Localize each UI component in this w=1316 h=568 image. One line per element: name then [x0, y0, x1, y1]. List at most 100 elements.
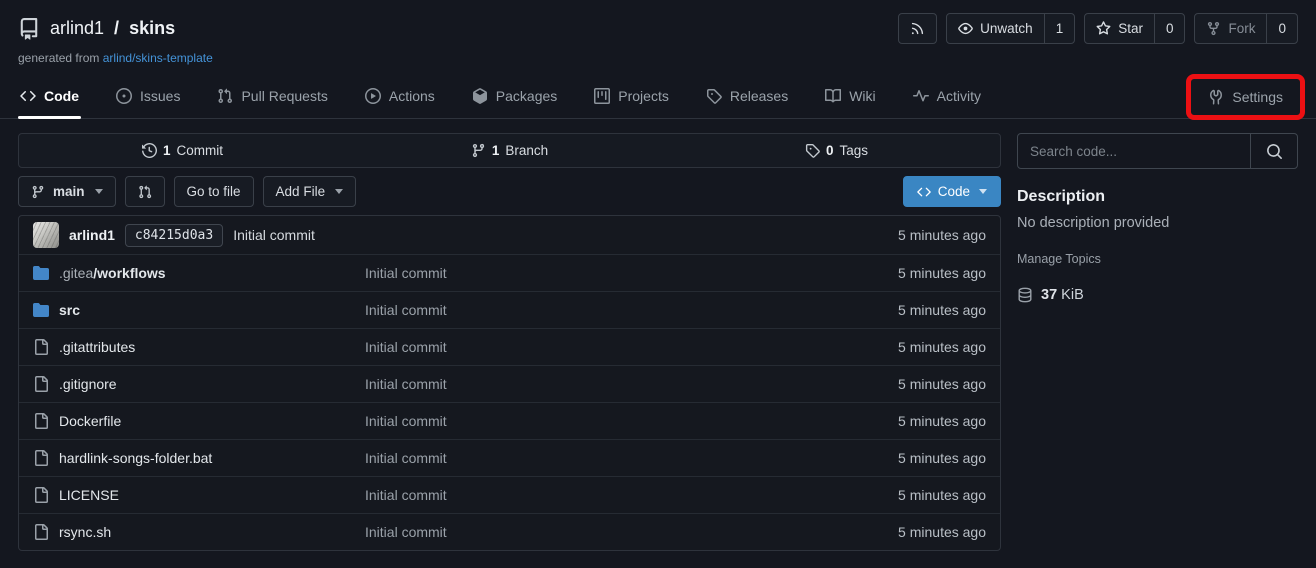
tag-icon	[805, 143, 820, 158]
row-commit-time: 5 minutes ago	[835, 524, 1000, 540]
row-commit-message[interactable]: Initial commit	[365, 524, 835, 540]
search-button[interactable]	[1250, 134, 1297, 168]
row-commit-message[interactable]: Initial commit	[365, 413, 835, 429]
goto-file-button[interactable]: Go to file	[174, 176, 254, 207]
pull-request-icon	[217, 88, 233, 104]
row-commit-message[interactable]: Initial commit	[365, 302, 835, 318]
tab-releases[interactable]: Releases	[704, 73, 790, 118]
table-row: rsync.sh Initial commit 5 minutes ago	[19, 513, 1000, 550]
watch-count[interactable]: 1	[1044, 14, 1075, 43]
chevron-down-icon	[335, 189, 343, 194]
repo-icon	[18, 18, 40, 40]
description-heading: Description	[1017, 188, 1298, 206]
repo-owner-link[interactable]: arlind1	[50, 18, 104, 39]
star-button[interactable]: Star	[1085, 14, 1154, 43]
row-commit-message[interactable]: Initial commit	[365, 265, 835, 281]
file-link[interactable]: LICENSE	[59, 487, 119, 503]
search-icon	[1266, 143, 1283, 160]
row-commit-time: 5 minutes ago	[835, 302, 1000, 318]
file-table: arlind1 c84215d0a3 Initial commit 5 minu…	[18, 215, 1001, 551]
repo-name-link[interactable]: skins	[129, 18, 175, 39]
file-link[interactable]: rsync.sh	[59, 524, 111, 540]
package-icon	[472, 88, 488, 104]
row-commit-message[interactable]: Initial commit	[365, 487, 835, 503]
file-icon	[33, 339, 49, 355]
eye-icon	[958, 21, 973, 36]
rss-icon	[910, 21, 925, 36]
file-icon	[33, 413, 49, 429]
code-icon	[917, 185, 931, 199]
row-commit-message[interactable]: Initial commit	[365, 450, 835, 466]
repo-header: arlind1 / skins Unwatch 1 Star	[0, 0, 1316, 65]
tab-actions[interactable]: Actions	[363, 73, 437, 118]
database-icon	[1017, 287, 1033, 303]
row-commit-message[interactable]: Initial commit	[365, 376, 835, 392]
template-repo-link[interactable]: arlind/skins-template	[103, 51, 213, 65]
branch-selector[interactable]: main	[18, 176, 116, 207]
tab-projects[interactable]: Projects	[592, 73, 671, 118]
row-commit-time: 5 minutes ago	[835, 450, 1000, 466]
file-link[interactable]: Dockerfile	[59, 413, 121, 429]
file-link[interactable]: .gitignore	[59, 376, 117, 392]
code-search	[1017, 133, 1298, 169]
star-icon	[1096, 21, 1111, 36]
tab-issues[interactable]: Issues	[114, 73, 182, 118]
repo-title-separator: /	[114, 18, 119, 39]
table-row: .gitea/workflows Initial commit 5 minute…	[19, 254, 1000, 291]
fork-count[interactable]: 0	[1266, 14, 1297, 43]
pulse-icon	[913, 88, 929, 104]
repo-stats-bar: 1 Commit 1 Branch 0 Tags	[18, 133, 1001, 168]
file-link[interactable]: .gitattributes	[59, 339, 135, 355]
file-link[interactable]: .gitea/workflows	[59, 265, 166, 281]
latest-commit-row: arlind1 c84215d0a3 Initial commit 5 minu…	[19, 216, 1000, 254]
tab-code[interactable]: Code	[18, 73, 81, 118]
repo-title: arlind1 / skins	[18, 18, 175, 40]
add-file-button[interactable]: Add File	[263, 176, 357, 207]
row-commit-time: 5 minutes ago	[835, 487, 1000, 503]
tag-icon	[706, 88, 722, 104]
row-commit-time: 5 minutes ago	[835, 265, 1000, 281]
row-commit-message[interactable]: Initial commit	[365, 339, 835, 355]
folder-icon	[33, 302, 49, 318]
tab-packages[interactable]: Packages	[470, 73, 559, 118]
commits-stat[interactable]: 1 Commit	[19, 134, 346, 167]
book-icon	[825, 88, 841, 104]
search-input[interactable]	[1018, 134, 1250, 168]
table-row: .gitattributes Initial commit 5 minutes …	[19, 328, 1000, 365]
tags-stat[interactable]: 0 Tags	[673, 134, 1000, 167]
repo-size: 37 KiB	[1017, 287, 1298, 303]
avatar[interactable]	[33, 222, 59, 248]
chevron-down-icon	[979, 189, 987, 194]
commit-sha-link[interactable]: c84215d0a3	[125, 224, 223, 247]
code-download-button[interactable]: Code	[903, 176, 1001, 207]
commit-author-link[interactable]: arlind1	[69, 227, 115, 243]
manage-topics-link[interactable]: Manage Topics	[1017, 252, 1101, 266]
generated-from-line: generated from arlind/skins-template	[18, 51, 1298, 65]
row-commit-time: 5 minutes ago	[835, 376, 1000, 392]
settings-annotation-box: Settings	[1186, 74, 1305, 120]
fork-button[interactable]: Fork	[1195, 14, 1266, 43]
project-icon	[594, 88, 610, 104]
repo-actions: Unwatch 1 Star 0 Fork 0	[898, 13, 1298, 44]
commit-message-link[interactable]: Initial commit	[233, 227, 315, 243]
description-text: No description provided	[1017, 215, 1298, 231]
file-link[interactable]: hardlink-songs-folder.bat	[59, 450, 212, 466]
tab-pull-requests[interactable]: Pull Requests	[215, 73, 329, 118]
branch-toolbar: main Go to file Add File Code	[18, 176, 1001, 207]
rss-button[interactable]	[898, 13, 937, 44]
file-icon	[33, 376, 49, 392]
file-icon	[33, 450, 49, 466]
repo-nav: Code Issues Pull Requests Actions Packag…	[0, 73, 1316, 119]
tab-settings[interactable]: Settings	[1206, 79, 1285, 115]
tab-activity[interactable]: Activity	[911, 73, 983, 118]
tools-icon	[1208, 89, 1224, 105]
tab-wiki[interactable]: Wiki	[823, 73, 877, 118]
branch-icon	[471, 143, 486, 158]
star-count[interactable]: 0	[1154, 14, 1185, 43]
table-row: LICENSE Initial commit 5 minutes ago	[19, 476, 1000, 513]
compare-button[interactable]	[125, 176, 165, 207]
history-icon	[142, 143, 157, 158]
file-link[interactable]: src	[59, 302, 80, 318]
unwatch-button[interactable]: Unwatch	[947, 14, 1044, 43]
branches-stat[interactable]: 1 Branch	[346, 134, 673, 167]
